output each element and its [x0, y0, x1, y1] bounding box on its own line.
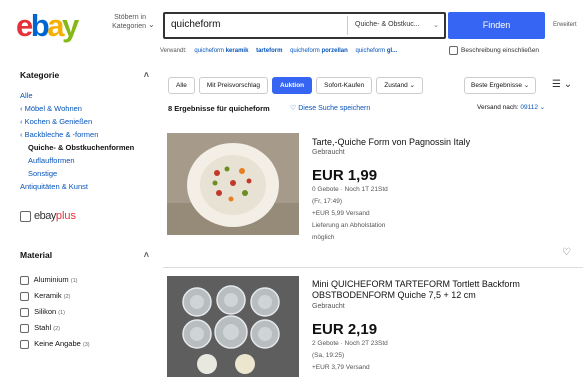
tab-alle[interactable]: Alle	[168, 77, 195, 94]
results-count: 8 Ergebnisse für quicheform	[168, 104, 270, 113]
advanced-search-link[interactable]: Erweitert	[553, 22, 577, 28]
list-item: Tarte,-Quiche Form von Pagnossin Italy G…	[163, 123, 583, 268]
item-image[interactable]	[167, 133, 299, 235]
related-link[interactable]: quicheform keramik	[194, 48, 248, 54]
category-select-label: Quiche- & Obstkuc...	[355, 21, 420, 28]
heart-icon[interactable]: ♡	[562, 247, 571, 258]
related-prefix: Verwandt:	[160, 48, 187, 54]
sort-dropdown[interactable]: Beste Ergebnisse ⌄	[464, 77, 537, 94]
material-heading[interactable]: Material ˄	[20, 250, 155, 264]
category-link-backbleche[interactable]: ‹ Backbleche & -formen	[20, 128, 155, 141]
search-bar: Quiche- & Obstkuc... ⌄	[163, 12, 446, 39]
category-link-kochen[interactable]: ‹ Kochen & Genießen	[20, 115, 155, 128]
item-image[interactable]	[167, 276, 299, 377]
category-link-auflaufformen[interactable]: Auflaufformen	[20, 154, 155, 167]
related-searches: Verwandt: quicheform keramik tarteform q…	[160, 48, 397, 54]
checkbox-box[interactable]	[20, 323, 29, 333]
item-shipping: +EUR 3,79 Versand	[312, 364, 370, 371]
item-price: EUR 1,99	[312, 167, 378, 184]
tab-auktion[interactable]: Auktion	[271, 77, 313, 94]
chevron-up-icon[interactable]: ˄	[144, 70, 149, 80]
category-link-sonstige[interactable]: Sonstige	[20, 167, 155, 180]
condition-dropdown[interactable]: Zustand ⌄	[376, 77, 424, 94]
category-link-moebel[interactable]: ‹ Möbel & Wohnen	[20, 102, 155, 115]
related-link[interactable]: quicheform porzellan	[290, 48, 348, 54]
ebayplus-logo: ebay	[34, 210, 56, 222]
category-current: Quiche- & Obstkuchenformen	[28, 143, 135, 152]
item-bids: 2 Gebote · Noch 2T 23Std	[312, 340, 388, 347]
checkbox-box[interactable]	[449, 46, 458, 55]
material-option[interactable]: Keramik (2)	[20, 288, 155, 304]
item-end-time: (Fr, 17:49)	[312, 198, 342, 205]
related-link[interactable]: quicheform gl...	[355, 48, 397, 54]
listing-type-tabs: Alle Mit Preisvorschlag Auktion Sofort-K…	[168, 77, 427, 94]
view-toggle-icon[interactable]: ☰ ⌄	[552, 77, 572, 94]
checkbox-box[interactable]	[20, 307, 29, 317]
material-option[interactable]: Aluminium (1)	[20, 272, 155, 288]
related-link[interactable]: tarteform	[256, 48, 282, 54]
item-price: EUR 2,19	[312, 321, 378, 338]
category-link-alle[interactable]: Alle	[20, 89, 155, 102]
checkbox-box[interactable]	[20, 210, 31, 222]
heart-icon: ♡	[290, 105, 297, 112]
material-option[interactable]: Silikon (1)	[20, 304, 155, 320]
tab-sofort-kaufen[interactable]: Sofort-Kaufen	[316, 77, 373, 94]
item-bids: 0 Gebote · Noch 1T 21Std	[312, 186, 388, 193]
ebay-logo[interactable]: ebay	[16, 10, 79, 42]
item-pickup: möglich	[312, 234, 335, 241]
sidebar: Kategorie ˄ Alle ‹ Möbel & Wohnen ‹ Koch…	[20, 70, 155, 352]
ship-to[interactable]: Versand nach: 09112 ⌄	[477, 103, 545, 111]
ebayplus-logo-plus: plus	[55, 210, 77, 222]
chevron-down-icon: ⌄	[433, 22, 439, 29]
category-select[interactable]: Quiche- & Obstkuc... ⌄	[347, 16, 444, 35]
chevron-down-icon[interactable]: ⌄	[148, 20, 155, 29]
material-option[interactable]: Keine Angabe (3)	[20, 336, 155, 352]
item-shipping: +EUR 5,99 Versand	[312, 210, 370, 217]
tab-preisvorschlag[interactable]: Mit Preisvorschlag	[198, 77, 268, 94]
item-condition: Gebraucht	[312, 303, 345, 310]
item-end-time: (Sa, 19:25)	[312, 352, 345, 359]
material-list: Aluminium (1) Keramik (2) Silikon (1) St…	[20, 272, 155, 352]
checkbox-box[interactable]	[20, 291, 29, 301]
shop-by-category-button[interactable]: Stöbern in Kategorien	[104, 13, 146, 31]
item-title[interactable]: Tarte,-Quiche Form von Pagnossin Italy	[312, 137, 577, 148]
search-input[interactable]	[171, 19, 341, 30]
ebayplus-filter[interactable]: ebay plus	[20, 209, 155, 223]
chevron-up-icon[interactable]: ˄	[144, 250, 149, 260]
search-button[interactable]: Finden	[448, 12, 545, 39]
item-condition: Gebraucht	[312, 149, 345, 156]
category-list: Alle ‹ Möbel & Wohnen ‹ Kochen & Genieße…	[20, 89, 155, 193]
category-heading[interactable]: Kategorie ˄	[20, 70, 155, 84]
checkbox-box[interactable]	[20, 275, 29, 285]
material-option[interactable]: Stahl (2)	[20, 320, 155, 336]
list-item: Mini QUICHEFORM TARTEFORM Tortlett Backf…	[163, 272, 583, 377]
include-description-checkbox[interactable]: Beschreibung einschließen	[449, 46, 539, 55]
item-pickup: Lieferung an Abholstation	[312, 222, 386, 229]
category-link-antiquitaeten[interactable]: Antiquitäten & Kunst	[20, 180, 155, 193]
checkbox-box[interactable]	[20, 339, 29, 349]
save-search-link[interactable]: ♡ Diese Suche speichern	[290, 104, 370, 112]
item-title[interactable]: Mini QUICHEFORM TARTEFORM Tortlett Backf…	[312, 279, 577, 301]
